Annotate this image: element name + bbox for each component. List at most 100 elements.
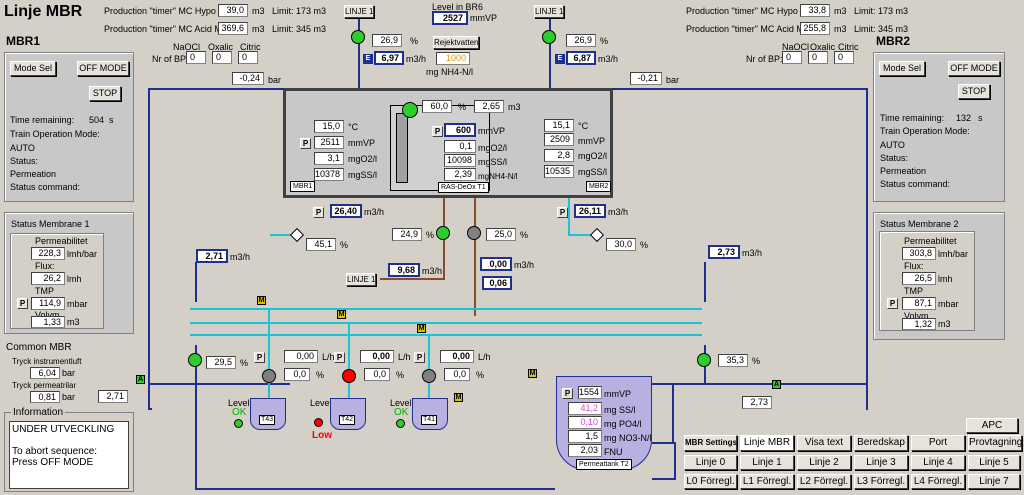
nav-linje-7-button[interactable]: Linje 7: [968, 474, 1020, 489]
rejekt-nh4-unit: mg NH4-N/l: [426, 67, 474, 77]
nav-visa-text-button[interactable]: Visa text: [797, 435, 851, 451]
mbr1-stop-button[interactable]: STOP: [89, 86, 121, 101]
mixer-motor-icon[interactable]: [402, 102, 418, 118]
chem1-p-button[interactable]: P: [254, 352, 265, 363]
mbr1-ss: 10378: [314, 168, 344, 181]
pipe-left-stub: [148, 408, 152, 410]
right-a-tag: A: [772, 380, 781, 389]
pipe-tank-out: [652, 478, 676, 480]
nav-linje-5-button[interactable]: Linje 5: [968, 455, 1020, 470]
chem3-pump-icon[interactable]: [422, 369, 436, 383]
mbr2-ss: 10535: [544, 165, 574, 178]
chem2-tank: T42: [330, 398, 366, 430]
mbr2-tmp-p-button[interactable]: P: [887, 298, 898, 309]
mbr2-flux-label: Flux:: [904, 261, 924, 271]
perm1-valve-icon[interactable]: [289, 227, 305, 243]
chem2-p-button[interactable]: P: [334, 352, 345, 363]
permtank-no3-unit: mg NO3-N/l: [604, 433, 652, 443]
common-title: Common MBR: [6, 342, 72, 353]
nav-linje-4-button[interactable]: Linje 4: [911, 455, 965, 470]
ras-pipe-2: [474, 198, 476, 316]
nav-l0-forregl-button[interactable]: L0 Förregl.: [684, 474, 737, 489]
nav-l1-forregl-button[interactable]: L1 Förregl.: [740, 474, 794, 489]
chem1-pump-icon[interactable]: [262, 369, 276, 383]
chem3-p-button[interactable]: P: [414, 352, 425, 363]
right-pump-icon[interactable]: [697, 353, 711, 367]
mbr2-perm-value: 303,8: [902, 247, 936, 260]
prod-acid2-unit: m3: [834, 24, 847, 34]
mixer-pct-unit: %: [458, 102, 467, 112]
prod-hypo2-unit: m3: [834, 6, 847, 16]
deox-level-p-button[interactable]: P: [432, 126, 443, 137]
chem-drop-3: [428, 334, 430, 398]
ras-pump-2-icon[interactable]: [467, 226, 481, 240]
perm2-valve-icon[interactable]: [589, 227, 605, 243]
nav-linje-0-button[interactable]: Linje 0: [684, 455, 737, 470]
permtank-level-unit: mmVP: [604, 389, 631, 399]
mbr2-stop-button[interactable]: STOP: [958, 84, 990, 99]
inlet1-pct-unit: %: [410, 36, 419, 46]
chem3-flow: 0,00: [440, 350, 474, 363]
nav-apc-button[interactable]: APC: [966, 418, 1018, 433]
nav-linje-mbr-button[interactable]: Linje MBR: [740, 435, 794, 451]
mbr1-tmp-p-button[interactable]: P: [17, 298, 28, 309]
mbr1-tmp-unit: mbar: [67, 299, 88, 309]
chem3-m-tag: M: [417, 324, 426, 333]
mbr1-time-value: 504: [89, 115, 105, 125]
information-box: Information UNDER UTVECKLING To abort se…: [4, 407, 134, 492]
nav-linje-1-button[interactable]: Linje 1: [740, 455, 794, 470]
chem2-pct-unit: %: [396, 370, 405, 380]
level-br6-value: 2527: [432, 11, 468, 25]
mbr1-mode-sel-button[interactable]: Mode Sel: [10, 61, 56, 76]
mbr1-level-p-button[interactable]: P: [300, 138, 311, 149]
nav-provtagning-button[interactable]: Provtagning: [968, 435, 1022, 451]
chem2-tank-tag: T42: [339, 415, 356, 425]
linje1-ras-button[interactable]: LINJE 1: [346, 273, 376, 286]
mbr1-train-label: Train Operation Mode:: [10, 129, 100, 139]
rejektvatten-button[interactable]: Rejektvatten: [433, 36, 479, 49]
chem2-m-tag: M: [337, 310, 346, 319]
pipe-right-main: [652, 383, 868, 385]
chem-line-1: [190, 308, 702, 310]
nav-l4-forregl-button[interactable]: L4 Förregl.: [911, 474, 965, 489]
page-title: Linje MBR: [4, 3, 83, 20]
nav-beredskap-button[interactable]: Beredskap: [854, 435, 908, 451]
right-pump-pct-unit: %: [752, 356, 761, 366]
left-pump-icon[interactable]: [188, 353, 202, 367]
mbr2-mode-sel-button[interactable]: Mode Sel: [879, 61, 925, 76]
perm2-p-button[interactable]: P: [557, 207, 568, 218]
nav-l2-forregl-button[interactable]: L2 Förregl.: [797, 474, 851, 489]
permtank-p-button[interactable]: P: [562, 388, 573, 399]
inlet1-pump-icon[interactable]: [351, 30, 365, 44]
inlet2-pump-icon[interactable]: [542, 30, 556, 44]
mbr1-tag: MBR1: [290, 181, 316, 192]
mbr1-vol-value: 1,33: [31, 316, 65, 328]
chem2-level-state: Low: [312, 430, 332, 441]
mbr1-flux-value: 26,2: [31, 272, 65, 285]
mbr2-perm-unit: lmh/bar: [938, 249, 969, 259]
mbr1-off-mode-button[interactable]: OFF MODE: [77, 61, 129, 76]
mbr1-panel: Mode Sel OFF MODE STOP Time remaining: 5…: [4, 52, 134, 202]
nav-port-button[interactable]: Port: [911, 435, 965, 451]
perm1-p-button[interactable]: P: [313, 207, 324, 218]
mbr2-o2-unit: mgO2/l: [578, 151, 608, 161]
mbr2-off-mode-button[interactable]: OFF MODE: [948, 61, 1000, 76]
linje1-top-button-1[interactable]: LINJE 1: [344, 5, 374, 18]
chem2-pump-icon[interactable]: [342, 369, 356, 383]
nav-l3-forregl-button[interactable]: L3 Förregl.: [854, 474, 908, 489]
permtank-tag: Permeattank T2: [576, 459, 632, 470]
information-line2: To abort sequence:: [12, 446, 98, 457]
linje1-top-button-2[interactable]: LINJE 1: [534, 5, 564, 18]
ras-pct: 24,9: [392, 228, 422, 241]
nav-linje-3-button[interactable]: Linje 3: [854, 455, 908, 470]
nav-mbr-settings-button[interactable]: MBR Settings: [684, 435, 737, 451]
deox-o2: 0,1: [444, 140, 476, 153]
ras-pump-1-icon[interactable]: [436, 226, 450, 240]
mbr1-pressure: -0,24: [232, 72, 264, 85]
nav-linje-2-button[interactable]: Linje 2: [797, 455, 851, 470]
permtank-m-tag: M: [528, 369, 537, 378]
right-flow: 2,73: [708, 245, 740, 259]
left-flow: 2,71: [196, 249, 228, 263]
pipe-bottom: [195, 488, 555, 490]
chem1-level-light-icon: [234, 419, 243, 428]
